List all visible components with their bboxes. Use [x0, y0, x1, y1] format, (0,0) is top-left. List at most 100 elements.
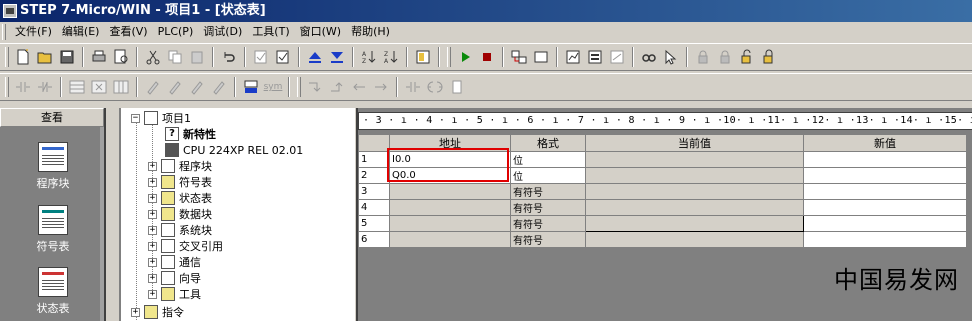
row-number[interactable]: 5 [358, 215, 390, 232]
compile-all-icon[interactable] [272, 46, 294, 68]
format-cell[interactable]: 有符号 [510, 231, 586, 248]
toggle-bookmark-icon[interactable] [142, 76, 164, 98]
tree-node-data-block[interactable]: + 数据块 [148, 206, 212, 222]
tree-node-system-block[interactable]: + 系统块 [148, 222, 212, 238]
coil-insert-icon[interactable] [424, 76, 446, 98]
unforce-icon[interactable] [758, 46, 780, 68]
address-cell[interactable] [389, 231, 511, 248]
symbol-info-button[interactable]: sym [262, 76, 284, 98]
prev-bookmark-icon[interactable] [186, 76, 208, 98]
expand-icon[interactable]: + [148, 209, 157, 219]
force-icon[interactable] [736, 46, 758, 68]
tree-node-wizards[interactable]: + 向导 [148, 270, 201, 286]
tree-node-communications[interactable]: + 通信 [148, 254, 201, 270]
menu-plc[interactable]: PLC(P) [153, 23, 199, 41]
menu-help[interactable]: 帮助(H) [346, 23, 395, 41]
tree-node-cpu[interactable]: CPU 224XP REL 02.01 [165, 142, 303, 158]
menu-tools[interactable]: 工具(T) [247, 23, 294, 41]
row-number[interactable]: 1 [358, 151, 390, 168]
address-cell[interactable]: Q0.0 [389, 167, 511, 184]
line-down-icon[interactable] [304, 76, 326, 98]
expand-icon[interactable]: + [131, 307, 140, 317]
new-value-cell[interactable] [803, 215, 967, 232]
contact-nc-icon[interactable] [34, 76, 56, 98]
new-value-cell[interactable] [803, 183, 967, 200]
insert-column-icon[interactable] [110, 76, 132, 98]
expand-icon[interactable]: + [148, 225, 157, 235]
pointer-tool-icon[interactable] [660, 46, 682, 68]
chart-status-icon[interactable] [562, 46, 584, 68]
column-header-current-value[interactable]: 当前值 [585, 134, 804, 152]
paste-icon[interactable] [186, 46, 208, 68]
open-folder-icon[interactable] [34, 46, 56, 68]
expand-icon[interactable]: + [148, 289, 157, 299]
compile-icon[interactable] [250, 46, 272, 68]
upload-icon[interactable] [304, 46, 326, 68]
cut-icon[interactable] [142, 46, 164, 68]
stop-icon[interactable] [476, 46, 498, 68]
lock-icon[interactable] [692, 46, 714, 68]
write-all-icon[interactable] [606, 46, 628, 68]
undo-icon[interactable] [218, 46, 240, 68]
nav-program-block[interactable]: 程序块 [0, 142, 106, 191]
save-all-icon[interactable] [56, 46, 78, 68]
address-cell[interactable] [389, 199, 511, 216]
tree-node-whats-new[interactable]: ? 新特性 [165, 126, 216, 142]
row-number[interactable]: 2 [358, 167, 390, 184]
menu-file[interactable]: 文件(F) [10, 23, 57, 41]
address-cell[interactable]: I0.0 [389, 151, 511, 168]
new-value-cell[interactable] [803, 151, 967, 168]
nav-header[interactable]: 查看 [0, 108, 104, 127]
menu-edit[interactable]: 编辑(E) [57, 23, 105, 41]
new-value-cell[interactable] [803, 167, 967, 184]
line-left-icon[interactable] [348, 76, 370, 98]
expand-icon[interactable]: + [148, 193, 157, 203]
expand-icon[interactable]: + [148, 257, 157, 267]
format-cell[interactable]: 有符号 [510, 215, 586, 232]
contact-no-icon[interactable] [12, 76, 34, 98]
tree-node-program-block[interactable]: + 程序块 [148, 158, 212, 174]
nav-scrollbar[interactable] [100, 127, 104, 321]
menu-window[interactable]: 窗口(W) [295, 23, 346, 41]
insert-row-icon[interactable] [66, 76, 88, 98]
print-icon[interactable] [88, 46, 110, 68]
tree-node-instructions[interactable]: + 指令 [131, 304, 184, 320]
tree-node-symbol-table[interactable]: + 符号表 [148, 174, 212, 190]
options-icon[interactable] [412, 46, 434, 68]
expand-icon[interactable]: + [148, 177, 157, 187]
menu-view[interactable]: 查看(V) [104, 23, 152, 41]
expand-icon[interactable]: + [148, 241, 157, 251]
address-cell[interactable] [389, 183, 511, 200]
menu-debug[interactable]: 调试(D) [198, 23, 247, 41]
format-cell[interactable]: 位 [510, 151, 586, 168]
expand-icon[interactable]: + [148, 161, 157, 171]
download-icon[interactable] [326, 46, 348, 68]
sort-ascending-icon[interactable]: AZ [358, 46, 380, 68]
print-preview-icon[interactable] [110, 46, 132, 68]
copy-icon[interactable] [164, 46, 186, 68]
row-number[interactable]: 4 [358, 199, 390, 216]
format-cell[interactable]: 位 [510, 167, 586, 184]
delete-row-icon[interactable] [88, 76, 110, 98]
line-right-icon[interactable] [370, 76, 392, 98]
address-cell[interactable] [389, 215, 511, 232]
pause-trend-icon[interactable] [530, 46, 552, 68]
tree-node-project[interactable]: − 项目1 [131, 110, 191, 126]
tree-node-status-chart[interactable]: + 状态表 [148, 190, 212, 206]
expand-icon[interactable]: + [148, 273, 157, 283]
column-header-format[interactable]: 格式 [510, 134, 586, 152]
row-number[interactable]: 3 [358, 183, 390, 200]
column-header-address[interactable]: 地址 [389, 134, 511, 152]
format-cell[interactable]: 有符号 [510, 199, 586, 216]
line-up-icon[interactable] [326, 76, 348, 98]
symbol-addressing-icon[interactable] [240, 76, 262, 98]
sort-descending-icon[interactable]: ZA [380, 46, 402, 68]
find-icon[interactable] [638, 46, 660, 68]
new-file-icon[interactable] [12, 46, 34, 68]
single-read-icon[interactable] [584, 46, 606, 68]
nav-status-chart[interactable]: 状态表 [0, 267, 106, 316]
new-value-cell[interactable] [803, 231, 967, 248]
run-icon[interactable] [454, 46, 476, 68]
box-insert-icon[interactable] [446, 76, 468, 98]
nav-symbol-table[interactable]: 符号表 [0, 205, 106, 254]
